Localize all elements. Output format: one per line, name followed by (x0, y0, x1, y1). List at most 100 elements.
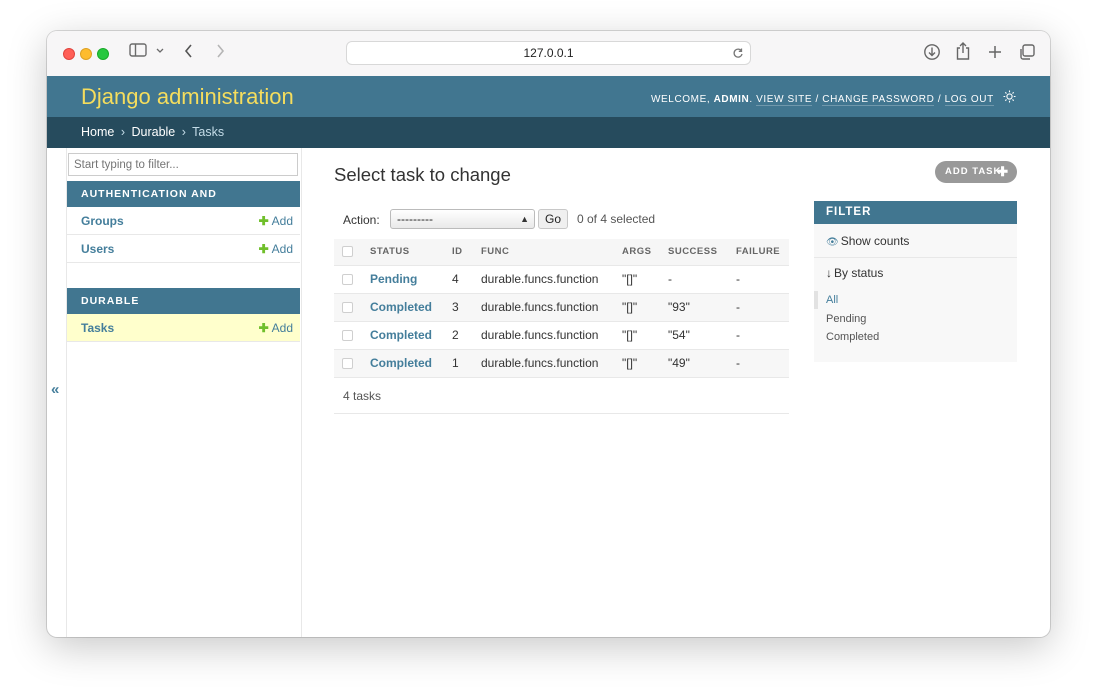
status-filter-options: All Pending Completed (814, 291, 1017, 347)
success-cell: "54" (660, 321, 728, 350)
minimize-window-button[interactable] (80, 48, 92, 60)
changelist-filter: Filter 👁 Show counts ↓ By status All Pendi… (814, 201, 1017, 362)
view-site-link[interactable]: View site (756, 94, 813, 106)
sidebar-item-groups: Groups ✚ Add (67, 207, 300, 235)
status-cell: Completed (362, 349, 444, 378)
admin-header: Django administration Welcome, admin. Vi… (47, 76, 1050, 117)
breadcrumb-separator: › (120, 125, 125, 139)
app-caption-durable[interactable]: Durable (67, 288, 300, 314)
column-header-success[interactable]: Success (660, 239, 728, 266)
add-group-link[interactable]: ✚ Add (259, 207, 293, 235)
zoom-window-button[interactable] (97, 48, 109, 60)
actions-bar: Action: --------- ▲ Go 0 of 4 selected (334, 207, 789, 231)
breadcrumb-app[interactable]: Durable (131, 125, 175, 139)
add-label: Add (271, 242, 293, 256)
log-out-link[interactable]: Log out (944, 94, 994, 106)
task-status-link[interactable]: Pending (370, 272, 417, 286)
column-header-args[interactable]: Args (614, 239, 660, 266)
add-task-link[interactable]: ✚ Add (259, 314, 293, 342)
row-checkbox[interactable] (342, 330, 353, 342)
sidebar-item-tasks: Tasks ✚ Add (67, 314, 300, 342)
table-header-row: Status ID Func Args Success Failure (334, 239, 789, 266)
row-checkbox[interactable] (342, 302, 353, 314)
plus-icon: ✚ (258, 214, 269, 228)
address-bar[interactable]: 127.0.0.1 (346, 41, 751, 65)
sidebar-item-label[interactable]: Users (81, 235, 114, 263)
filter-option-completed[interactable]: Completed (814, 328, 1017, 347)
sun-icon[interactable] (1003, 90, 1016, 106)
download-icon[interactable] (923, 43, 941, 67)
share-icon[interactable] (955, 41, 971, 67)
failure-cell: - (728, 321, 789, 350)
row-checkbox[interactable] (342, 274, 353, 286)
plus-icon: ✚ (258, 242, 269, 256)
row-select-cell (334, 321, 362, 350)
site-brand[interactable]: Django administration (81, 84, 294, 110)
add-label: Add (271, 321, 293, 335)
select-arrows-icon: ▲ (520, 214, 529, 224)
row-select-cell (334, 265, 362, 294)
go-button[interactable]: Go (538, 209, 568, 229)
plus-icon: ✚ (258, 321, 269, 335)
breadcrumb-separator: › (181, 125, 186, 139)
success-cell: "93" (660, 293, 728, 322)
func-cell: durable.funcs.function (473, 265, 614, 294)
action-select[interactable]: --------- ▲ (390, 209, 535, 229)
url-text: 127.0.0.1 (523, 46, 574, 60)
plus-icon: ✚ (997, 164, 1009, 179)
row-select-cell (334, 349, 362, 378)
sidebar-item-users: Users ✚ Add (67, 235, 300, 263)
filter-option-pending[interactable]: Pending (814, 310, 1017, 329)
breadcrumb-home[interactable]: Home (81, 125, 114, 139)
eye-icon: 👁 (826, 237, 839, 248)
table-row: Completed 3 durable.funcs.function "[]" … (334, 293, 789, 322)
failure-cell: - (728, 349, 789, 378)
args-cell: "[]" (614, 293, 660, 322)
task-status-link[interactable]: Completed (370, 328, 432, 342)
nav-filter-input[interactable] (68, 153, 298, 176)
breadcrumb: Home › Durable › Tasks (47, 117, 1050, 148)
result-list-table: Status ID Func Args Success Failure Pend… (334, 239, 789, 378)
row-checkbox[interactable] (342, 358, 353, 370)
show-counts-link[interactable]: 👁 Show counts (826, 234, 909, 248)
status-cell: Completed (362, 293, 444, 322)
args-cell: "[]" (614, 321, 660, 350)
column-header-id[interactable]: ID (444, 239, 473, 266)
show-counts-label: Show counts (840, 234, 910, 248)
column-header-func[interactable]: Func (473, 239, 614, 266)
filter-option-all[interactable]: All (814, 291, 1017, 310)
column-header-failure[interactable]: Failure (728, 239, 789, 266)
filter-by-status-toggle[interactable]: ↓ By status (826, 266, 883, 280)
id-cell: 1 (444, 349, 473, 378)
browser-toolbar: 127.0.0.1 (47, 31, 1050, 77)
new-tab-plus-icon[interactable] (987, 43, 1003, 67)
forward-arrow-icon[interactable] (215, 43, 225, 65)
filter-title: Filter (814, 201, 1017, 224)
selection-counter: 0 of 4 selected (577, 212, 656, 226)
success-cell: - (660, 265, 728, 294)
sidebar-toggle-icon[interactable] (129, 43, 147, 63)
add-task-button[interactable]: Add task ✚ (935, 161, 1017, 183)
app-caption-auth[interactable]: Authentication and Authorization (67, 181, 300, 226)
status-cell: Pending (362, 265, 444, 294)
page-title: Select task to change (334, 164, 511, 185)
tab-overview-icon[interactable] (1018, 43, 1036, 67)
user-tools: Welcome, admin. View site / Change passw… (651, 90, 1016, 106)
select-all-checkbox[interactable] (342, 246, 353, 258)
sidebar-item-label[interactable]: Groups (81, 207, 124, 235)
table-row: Pending 4 durable.funcs.function "[]" - … (334, 265, 789, 294)
sidebar-item-label[interactable]: Tasks (81, 314, 114, 342)
change-password-link[interactable]: Change password (822, 94, 935, 106)
chevron-down-icon[interactable] (155, 43, 165, 63)
task-status-link[interactable]: Completed (370, 300, 432, 314)
divider (814, 257, 1017, 258)
paginator: 4 tasks (334, 380, 789, 414)
toggle-nav-sidebar-button[interactable]: « (51, 381, 59, 398)
close-window-button[interactable] (63, 48, 75, 60)
column-header-status[interactable]: Status (362, 239, 444, 266)
reload-icon[interactable] (732, 42, 744, 71)
add-user-link[interactable]: ✚ Add (259, 235, 293, 263)
task-status-link[interactable]: Completed (370, 356, 432, 370)
back-arrow-icon[interactable] (184, 43, 194, 65)
add-task-label: Add task (945, 166, 1002, 177)
